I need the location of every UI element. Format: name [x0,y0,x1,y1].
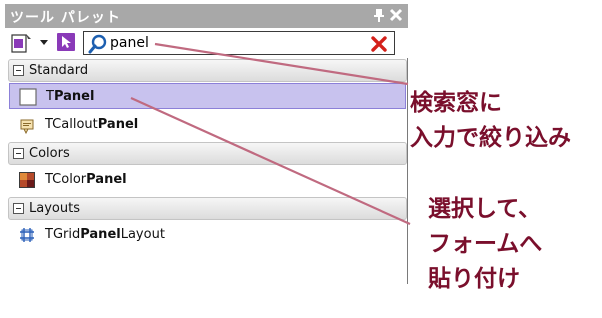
grid-panel-layout-icon [20,228,34,242]
item-label: TPanel [46,89,95,104]
search-annotation: 検索窓に 入力で絞り込み [410,86,571,156]
annotation-line: フォームへ [428,231,543,257]
palette-item-tpanel[interactable]: TPanel [9,83,406,109]
search-input[interactable]: panel [110,35,149,51]
section-layouts[interactable]: Layouts [8,197,407,220]
item-label: TCalloutPanel [45,117,139,132]
item-label: TGridPanelLayout [45,227,165,242]
search-icon [88,34,107,54]
component-icon[interactable] [9,32,33,54]
chevron-down-icon[interactable] [38,34,50,50]
palette-item-tcalloutpanel[interactable]: TCalloutPanel [9,112,406,138]
annotation-line: 検索窓に [410,90,502,116]
clear-search-icon[interactable] [370,35,388,53]
search-box[interactable]: panel [83,31,395,55]
section-colors[interactable]: Colors [8,142,407,165]
collapse-icon[interactable] [13,65,24,76]
section-standard[interactable]: Standard [8,59,407,82]
palette-title: ツール パレット [10,10,121,26]
annotation-line: 貼り付け [428,266,520,292]
pin-icon[interactable] [373,8,385,22]
section-label: Colors [29,146,70,161]
annotation-line: 入力で絞り込み [410,125,571,151]
palette-title-bar: ツール パレット [5,4,408,28]
close-icon[interactable] [389,8,403,22]
annotation-line: 選択して、 [428,196,542,222]
callout-panel-icon [20,119,34,135]
section-label: Layouts [29,201,80,216]
color-panel-icon [19,172,35,188]
section-label: Standard [29,63,89,78]
tool-palette: ツール パレット panel Standard TPanel TCalloutP… [5,4,408,284]
panel-icon [19,88,37,106]
palette-item-tgridpanellayout[interactable]: TGridPanelLayout [9,222,406,248]
collapse-icon[interactable] [13,148,24,159]
collapse-icon[interactable] [13,203,24,214]
palette-item-tcolorpanel[interactable]: TColorPanel [9,167,406,193]
palette-toolbar: panel [5,28,408,58]
item-label: TColorPanel [45,172,127,187]
pointer-tool-icon[interactable] [56,32,76,52]
drag-annotation: 選択して、 フォームへ 貼り付け [428,192,542,297]
